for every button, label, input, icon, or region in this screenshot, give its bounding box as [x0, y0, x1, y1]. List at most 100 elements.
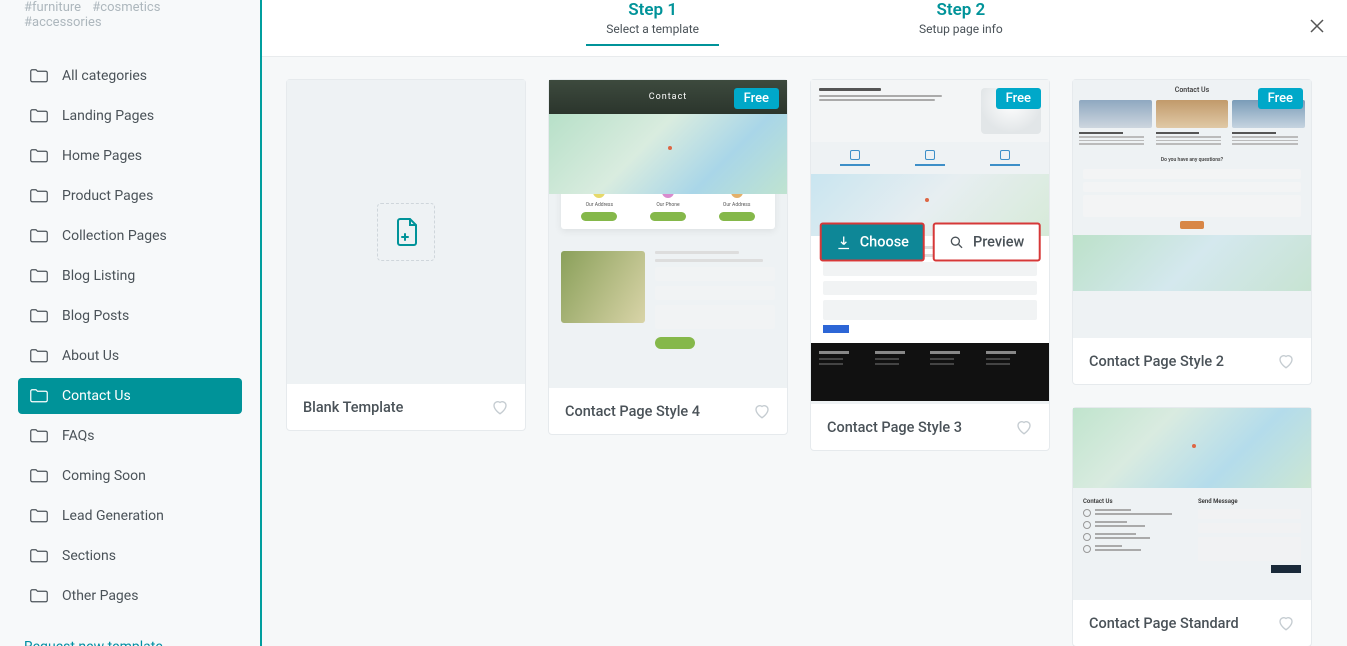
template-thumbnail: Free Choose Preview: [811, 80, 1049, 404]
gallery-column: Free Contact Us Do you have any question…: [1072, 79, 1312, 646]
folder-icon: [30, 469, 48, 483]
template-thumbnail: Free Contact Our Address Our Phone Our A…: [549, 80, 787, 388]
folder-icon: [30, 549, 48, 563]
template-thumbnail: Free Contact Us Do you have any question…: [1073, 80, 1311, 338]
folder-icon: [30, 509, 48, 523]
preview-button[interactable]: Preview: [933, 223, 1040, 262]
step-title: Step 2: [919, 0, 1003, 20]
folder-icon: [30, 189, 48, 203]
nav-label: Blog Listing: [62, 268, 135, 284]
folder-icon: [30, 269, 48, 283]
nav-home-pages[interactable]: Home Pages: [18, 138, 242, 174]
search-icon: [949, 234, 965, 250]
nav-blog-posts[interactable]: Blog Posts: [18, 298, 242, 334]
nav-sections[interactable]: Sections: [18, 538, 242, 574]
category-nav: All categories Landing Pages Home Pages …: [0, 40, 260, 614]
folder-icon: [30, 389, 48, 403]
heart-icon: [1277, 614, 1295, 632]
nav-label: Product Pages: [62, 188, 153, 204]
hover-actions: Choose Preview: [820, 223, 1041, 262]
card-title: Contact Page Style 4: [565, 403, 700, 420]
nav-about-us[interactable]: About Us: [18, 338, 242, 374]
choose-button[interactable]: Choose: [820, 223, 925, 262]
tag-cloud: #furniture #cosmetics #accessories: [0, 0, 260, 40]
step-1[interactable]: Step 1 Select a template: [586, 0, 719, 46]
step-subtitle: Setup page info: [919, 22, 1003, 36]
template-card-standard[interactable]: Free Contact Us Send Message: [1072, 407, 1312, 646]
nav-collection-pages[interactable]: Collection Pages: [18, 218, 242, 254]
nav-label: All categories: [62, 68, 147, 84]
thumb-left-heading: Contact Us: [1083, 498, 1186, 505]
template-card-style2[interactable]: Free Contact Us Do you have any question…: [1072, 79, 1312, 385]
card-title: Blank Template: [303, 399, 403, 416]
nav-label: About Us: [62, 348, 119, 364]
template-card-style3[interactable]: Free Choose Preview: [810, 79, 1050, 451]
preview-label: Preview: [973, 234, 1024, 251]
favorite-button[interactable]: [1277, 614, 1295, 632]
thumb-question: Do you have any questions?: [1073, 157, 1311, 163]
step-subtitle: Select a template: [606, 22, 699, 36]
nav-label: Lead Generation: [62, 508, 164, 524]
folder-icon: [30, 429, 48, 443]
card-footer: Blank Template: [287, 384, 525, 430]
nav-label: Collection Pages: [62, 228, 167, 244]
heart-icon: [491, 398, 509, 416]
nav-label: FAQs: [62, 428, 95, 444]
close-button[interactable]: [1307, 16, 1327, 36]
nav-all-categories[interactable]: All categories: [18, 58, 242, 94]
step-title: Step 1: [606, 0, 699, 20]
folder-icon: [30, 149, 48, 163]
nav-landing-pages[interactable]: Landing Pages: [18, 98, 242, 134]
folder-icon: [30, 349, 48, 363]
folder-icon: [30, 229, 48, 243]
arrow-right-icon: →: [169, 638, 183, 646]
blank-thumbnail: [287, 80, 525, 384]
tag[interactable]: #accessories: [24, 15, 102, 30]
nav-other-pages[interactable]: Other Pages: [18, 578, 242, 614]
nav-product-pages[interactable]: Product Pages: [18, 178, 242, 214]
template-card-style4[interactable]: Free Contact Our Address Our Phone Our A…: [548, 79, 788, 435]
free-badge: Free: [734, 88, 779, 109]
request-template-link[interactable]: Request new template →: [0, 618, 260, 646]
tag[interactable]: #furniture: [24, 0, 81, 15]
template-gallery: Blank Template Free Contact Our Address …: [262, 57, 1347, 646]
nav-label: Contact Us: [62, 388, 131, 404]
nav-faqs[interactable]: FAQs: [18, 418, 242, 454]
card-footer: Contact Page Style 2: [1073, 338, 1311, 384]
card-footer: Contact Page Style 4: [549, 388, 787, 434]
nav-blog-listing[interactable]: Blog Listing: [18, 258, 242, 294]
nav-label: Landing Pages: [62, 108, 154, 124]
nav-coming-soon[interactable]: Coming Soon: [18, 458, 242, 494]
heart-icon: [753, 402, 771, 420]
add-page-icon: [377, 203, 435, 261]
free-badge: Free: [996, 88, 1041, 109]
close-icon: [1307, 16, 1327, 36]
sidebar: #furniture #cosmetics #accessories All c…: [0, 0, 262, 646]
favorite-button[interactable]: [1015, 418, 1033, 436]
step-2[interactable]: Step 2 Setup page info: [899, 0, 1023, 46]
nav-label: Coming Soon: [62, 468, 146, 484]
nav-label: Other Pages: [62, 588, 138, 604]
tag[interactable]: #cosmetics: [92, 0, 160, 15]
heart-icon: [1277, 352, 1295, 370]
favorite-button[interactable]: [753, 402, 771, 420]
nav-label: Blog Posts: [62, 308, 129, 324]
card-footer: Contact Page Style 3: [811, 404, 1049, 450]
card-title: Contact Page Style 3: [827, 419, 962, 436]
card-footer: Contact Page Standard: [1073, 600, 1311, 646]
nav-lead-generation[interactable]: Lead Generation: [18, 498, 242, 534]
template-card-blank[interactable]: Blank Template: [286, 79, 526, 431]
favorite-button[interactable]: [491, 398, 509, 416]
nav-contact-us[interactable]: Contact Us: [18, 378, 242, 414]
card-title: Contact Page Style 2: [1089, 353, 1224, 370]
favorite-button[interactable]: [1277, 352, 1295, 370]
template-thumbnail: Free Contact Us Send Message: [1073, 408, 1311, 600]
request-template-label: Request new template: [24, 639, 163, 646]
folder-icon: [30, 69, 48, 83]
nav-label: Home Pages: [62, 148, 142, 164]
choose-label: Choose: [860, 234, 909, 251]
nav-label: Sections: [62, 548, 116, 564]
folder-icon: [30, 589, 48, 603]
free-badge: Free: [1258, 88, 1303, 109]
folder-icon: [30, 109, 48, 123]
